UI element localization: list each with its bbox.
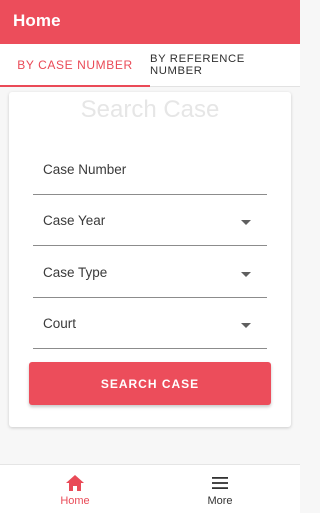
active-tab-indicator — [0, 85, 150, 87]
court-label: Court — [43, 316, 77, 331]
case-number-field[interactable]: Case Number — [33, 144, 267, 195]
menu-icon — [212, 477, 228, 489]
case-type-label: Case Type — [43, 265, 108, 280]
dropdown-arrow-icon — [241, 323, 251, 328]
case-number-label: Case Number — [43, 162, 127, 177]
search-card: Search Case Case Number Case Year Case T… — [9, 92, 291, 427]
app-bar: Home — [0, 0, 300, 44]
tab-label: BY CASE NUMBER — [17, 58, 133, 72]
case-year-label: Case Year — [43, 213, 106, 228]
nav-more[interactable]: More — [145, 465, 295, 513]
tab-by-case-number[interactable]: BY CASE NUMBER — [0, 44, 150, 87]
form-title: Search Case — [80, 96, 220, 123]
nav-home-label: Home — [60, 495, 90, 507]
dropdown-arrow-icon — [241, 272, 251, 277]
court-dropdown[interactable]: Court — [33, 298, 267, 349]
nav-more-label: More — [207, 495, 233, 507]
case-type-dropdown[interactable]: Case Type — [33, 247, 267, 298]
nav-home[interactable]: Home — [0, 465, 150, 513]
case-year-dropdown[interactable]: Case Year — [33, 195, 267, 246]
search-case-button[interactable]: SEARCH CASE — [29, 362, 271, 405]
dropdown-arrow-icon — [241, 220, 251, 225]
page-title: Home — [13, 11, 61, 30]
bottom-navigation: Home More — [0, 464, 300, 513]
tab-by-reference-number[interactable]: BY REFERENCE NUMBER — [150, 44, 300, 86]
home-icon — [66, 475, 84, 491]
tab-bar: BY CASE NUMBER BY REFERENCE NUMBER — [0, 44, 300, 87]
tab-label: BY REFERENCE NUMBER — [150, 53, 245, 77]
